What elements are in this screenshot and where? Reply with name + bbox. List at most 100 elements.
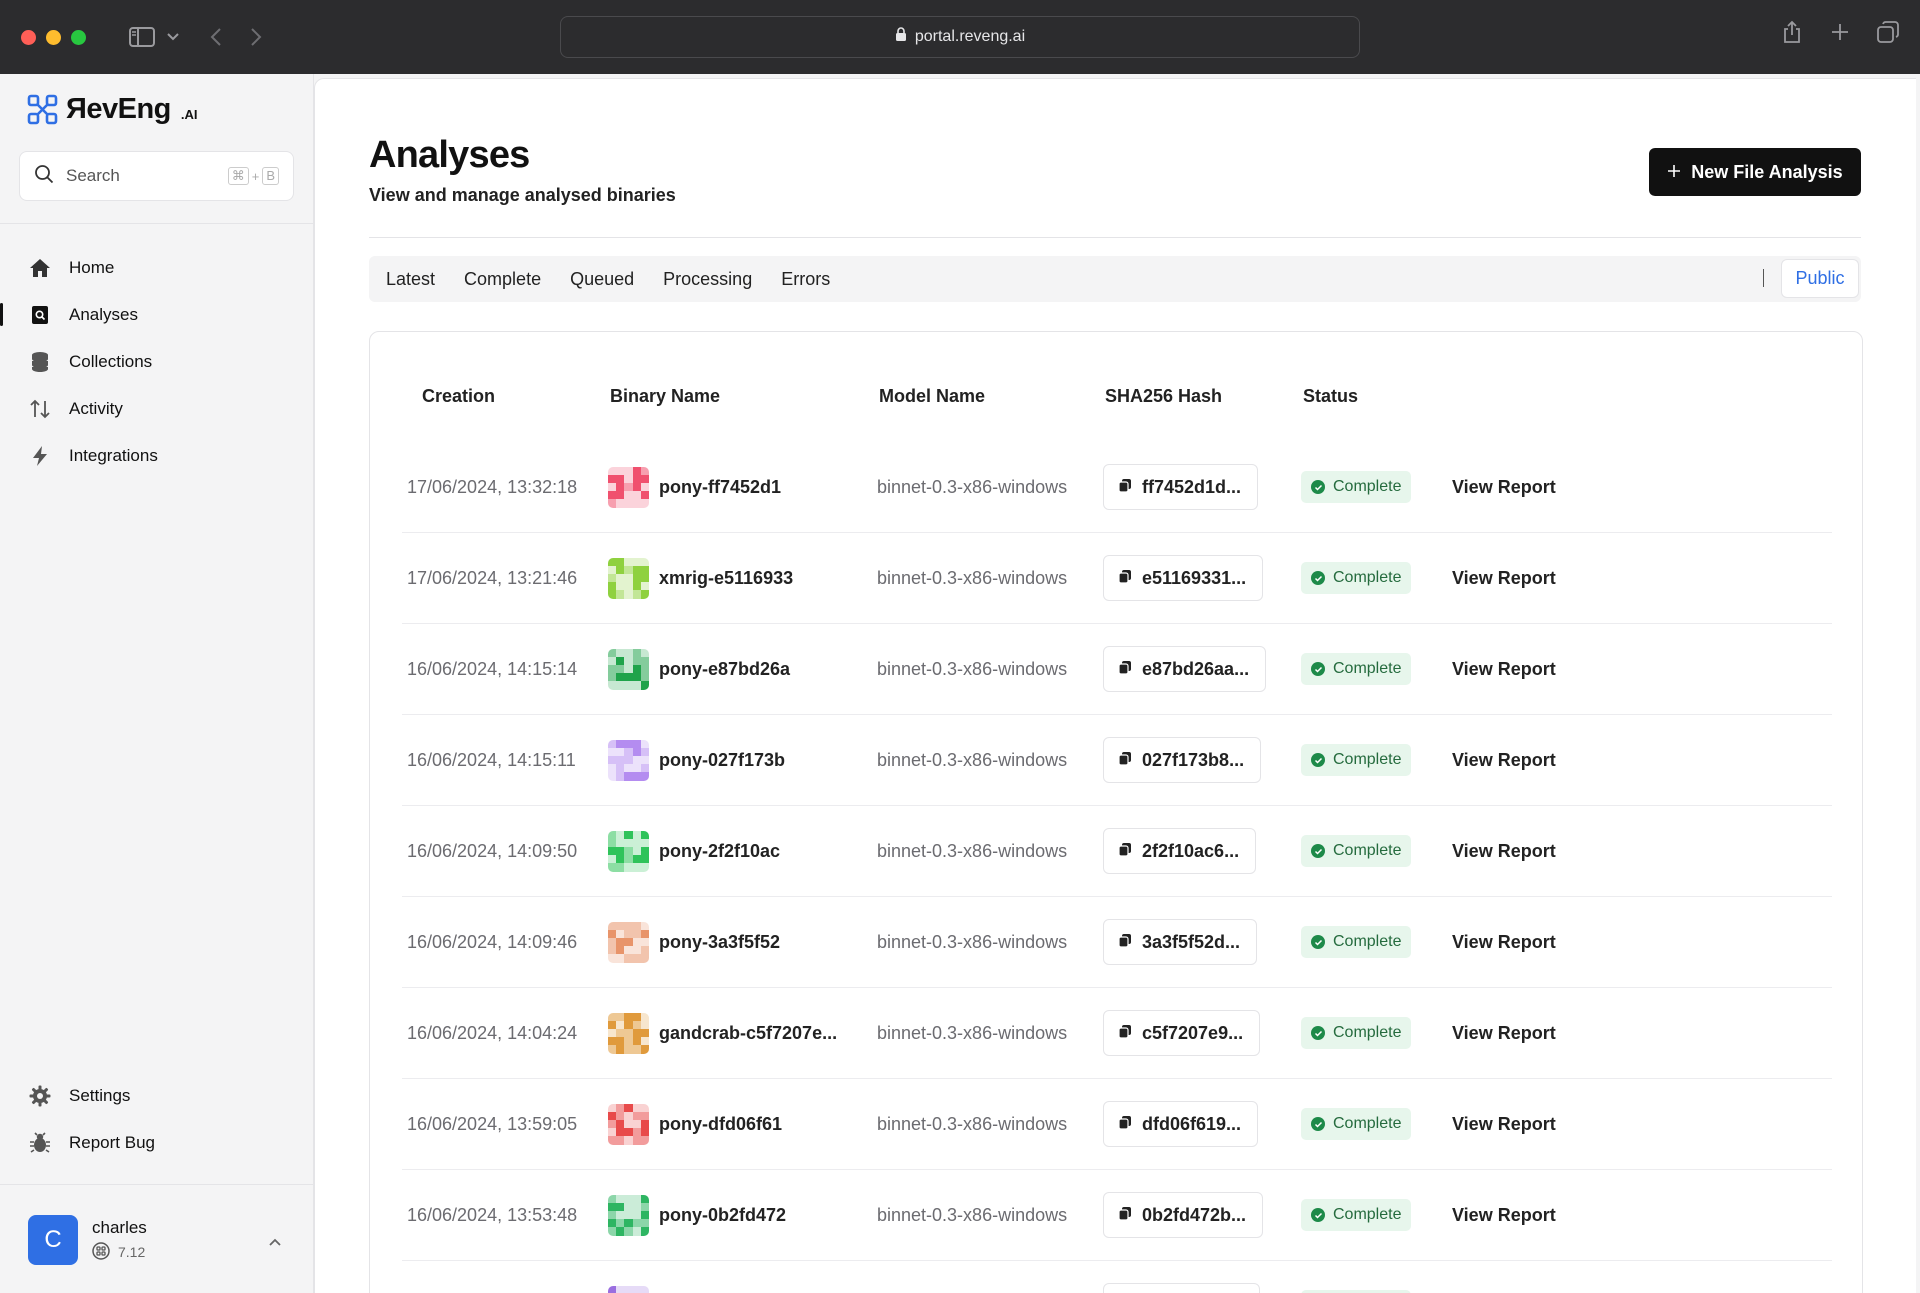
tab-processing[interactable]: Processing bbox=[663, 269, 752, 290]
table-row[interactable]: 16/06/2024, 14:15:11 pony-027f173b binne… bbox=[402, 715, 1832, 806]
sidebar-item-home[interactable]: Home bbox=[0, 244, 314, 291]
copy-hash-button[interactable]: c5f7207e9... bbox=[1103, 1010, 1261, 1056]
table-row[interactable]: 17/06/2024, 13:32:18 pony-ff7452d1 binne… bbox=[402, 442, 1832, 533]
identicon-cell bbox=[640, 946, 649, 955]
browser-toolbar: portal.reveng.ai bbox=[0, 0, 1920, 74]
column-header-status[interactable]: Status bbox=[1303, 386, 1358, 407]
status-label: Complete bbox=[1333, 751, 1402, 768]
identicon-cell bbox=[624, 1119, 633, 1129]
column-header-sha256-hash[interactable]: SHA256 Hash bbox=[1105, 386, 1222, 407]
view-report-link[interactable]: View Report bbox=[1452, 624, 1556, 714]
copy-hash-button[interactable]: 3a3f5f52d... bbox=[1103, 919, 1258, 965]
address-bar[interactable]: portal.reveng.ai bbox=[560, 16, 1360, 58]
tab-queued[interactable]: Queued bbox=[570, 269, 634, 290]
identicon-cell bbox=[624, 1227, 633, 1236]
back-icon[interactable] bbox=[206, 27, 226, 47]
binary-name-cell[interactable]: pony-0b2fd472 bbox=[608, 1170, 786, 1260]
identicon-cell bbox=[608, 1020, 617, 1029]
filter-tabs: Latest Complete Queued Processing Errors… bbox=[369, 256, 1861, 302]
copy-hash-button[interactable]: 2f2f10ac6... bbox=[1103, 828, 1257, 874]
table-row[interactable]: 16/06/2024, 13:59:05 pony-dfd06f61 binne… bbox=[402, 1079, 1832, 1170]
copy-hash-button[interactable]: 9e2734eaf... bbox=[1103, 1283, 1261, 1293]
public-toggle-button[interactable]: Public bbox=[1781, 259, 1859, 298]
sidebar-toggle-icon[interactable] bbox=[128, 26, 156, 48]
binary-name-cell[interactable]: pony-e87bd26a bbox=[608, 624, 790, 714]
view-report-link[interactable]: View Report bbox=[1452, 715, 1556, 805]
copy-hash-button[interactable]: dfd06f619... bbox=[1103, 1101, 1259, 1147]
identicon-cell bbox=[640, 1128, 649, 1137]
copy-hash-button[interactable]: e51169331... bbox=[1103, 555, 1264, 601]
view-report-link[interactable]: View Report bbox=[1452, 806, 1556, 896]
identicon-cell bbox=[640, 954, 649, 963]
binary-name-cell[interactable]: pony-027f173b bbox=[608, 715, 785, 805]
table-row[interactable]: 17/06/2024, 13:21:46 xmrig-e5116933 binn… bbox=[402, 533, 1832, 624]
copy-hash-button[interactable]: 027f173b8... bbox=[1103, 737, 1262, 783]
identicon-cell bbox=[624, 491, 633, 500]
sha256-hash: e87bd26aa... bbox=[1142, 658, 1250, 679]
copy-hash-button[interactable]: e87bd26aa... bbox=[1103, 646, 1267, 692]
copy-hash-button[interactable]: 0b2fd472b... bbox=[1103, 1192, 1264, 1238]
search-input[interactable]: Search ⌘ + B bbox=[19, 151, 294, 201]
view-report-link[interactable]: View Report bbox=[1452, 1261, 1556, 1293]
user-name: charles bbox=[92, 1217, 147, 1237]
table-row[interactable]: 16/06/2024, 13:53:48 pony-0b2fd472 binne… bbox=[402, 1170, 1832, 1261]
identicon-cell bbox=[608, 1103, 617, 1112]
table-row[interactable]: 16/06/2024, 14:04:24 gandcrab-c5f7207e..… bbox=[402, 988, 1832, 1079]
sidebar-item-report-bug[interactable]: Report Bug bbox=[0, 1119, 314, 1166]
column-header-model-name[interactable]: Model Name bbox=[879, 386, 985, 407]
table-row[interactable]: 16/06/2024, 14:09:50 pony-2f2f10ac binne… bbox=[402, 806, 1832, 897]
lightning-icon bbox=[29, 445, 51, 467]
tab-latest[interactable]: Latest bbox=[386, 269, 435, 290]
chevron-down-icon[interactable] bbox=[166, 30, 180, 44]
identicon-cell bbox=[608, 764, 617, 773]
view-report-link[interactable]: View Report bbox=[1452, 442, 1556, 532]
column-header-binary-name[interactable]: Binary Name bbox=[610, 386, 720, 407]
binary-name-cell[interactable]: xmrig-e5116933 bbox=[608, 533, 793, 623]
view-report-link[interactable]: View Report bbox=[1452, 988, 1556, 1078]
chevron-up-icon[interactable] bbox=[268, 1234, 282, 1248]
tab-errors[interactable]: Errors bbox=[781, 269, 830, 290]
minimize-window-button[interactable] bbox=[46, 29, 61, 45]
forward-icon[interactable] bbox=[246, 27, 266, 47]
column-header-creation[interactable]: Creation bbox=[422, 386, 495, 407]
binary-name: pony-3a3f5f52 bbox=[659, 931, 781, 952]
copy-hash-button[interactable]: ff7452d1d... bbox=[1103, 464, 1259, 510]
identicon-cell bbox=[616, 557, 625, 566]
table-row[interactable]: 16/06/2024, 14:15:14 pony-e87bd26a binne… bbox=[402, 624, 1832, 715]
sidebar-item-analyses[interactable]: Analyses bbox=[0, 291, 314, 338]
logo[interactable]: ЯevEng .AI bbox=[27, 94, 198, 125]
identicon-cell bbox=[640, 1028, 649, 1038]
binary-name-cell[interactable]: gandcrab-c5f7207e... bbox=[608, 988, 837, 1078]
view-report-link[interactable]: View Report bbox=[1452, 533, 1556, 623]
zoom-window-button[interactable] bbox=[71, 29, 86, 45]
sidebar-item-settings[interactable]: Settings bbox=[0, 1072, 314, 1119]
identicon-cell bbox=[616, 755, 625, 765]
binary-name-cell[interactable]: mirai-9e2734ea bbox=[608, 1261, 788, 1293]
view-report-link[interactable]: View Report bbox=[1452, 1079, 1556, 1169]
binary-name-cell[interactable]: pony-2f2f10ac bbox=[608, 806, 780, 896]
sidebar-item-collections[interactable]: Collections bbox=[0, 338, 314, 385]
tab-overview-icon[interactable] bbox=[1876, 20, 1900, 44]
view-report-link[interactable]: View Report bbox=[1452, 897, 1556, 987]
identicon-cell bbox=[624, 1128, 633, 1137]
identicon-cell bbox=[632, 482, 641, 492]
identicon-cell bbox=[616, 739, 625, 748]
binary-name-cell[interactable]: pony-3a3f5f52 bbox=[608, 897, 780, 987]
sidebar-item-integrations[interactable]: Integrations bbox=[0, 432, 314, 479]
new-tab-icon[interactable] bbox=[1828, 20, 1852, 44]
identicon-cell bbox=[608, 1285, 617, 1293]
table-row[interactable]: 16/06/2024, 14:09:46 pony-3a3f5f52 binne… bbox=[402, 897, 1832, 988]
sidebar-divider bbox=[0, 1184, 314, 1185]
user-profile[interactable]: C charles 7.12 bbox=[28, 1215, 147, 1265]
close-window-button[interactable] bbox=[21, 29, 36, 45]
binary-name-cell[interactable]: pony-ff7452d1 bbox=[608, 442, 781, 532]
binary-name-cell[interactable]: pony-dfd06f61 bbox=[608, 1079, 782, 1169]
sidebar-item-activity[interactable]: Activity bbox=[0, 385, 314, 432]
share-icon[interactable] bbox=[1780, 20, 1804, 44]
identicon-cell bbox=[632, 946, 641, 955]
view-report-link[interactable]: View Report bbox=[1452, 1170, 1556, 1260]
tab-complete[interactable]: Complete bbox=[464, 269, 541, 290]
table-row[interactable]: 16/06/2024, 13:53:45 mirai-9e2734ea binn… bbox=[402, 1261, 1832, 1293]
identicon-cell bbox=[640, 1020, 649, 1029]
new-file-analysis-button[interactable]: New File Analysis bbox=[1649, 148, 1861, 196]
